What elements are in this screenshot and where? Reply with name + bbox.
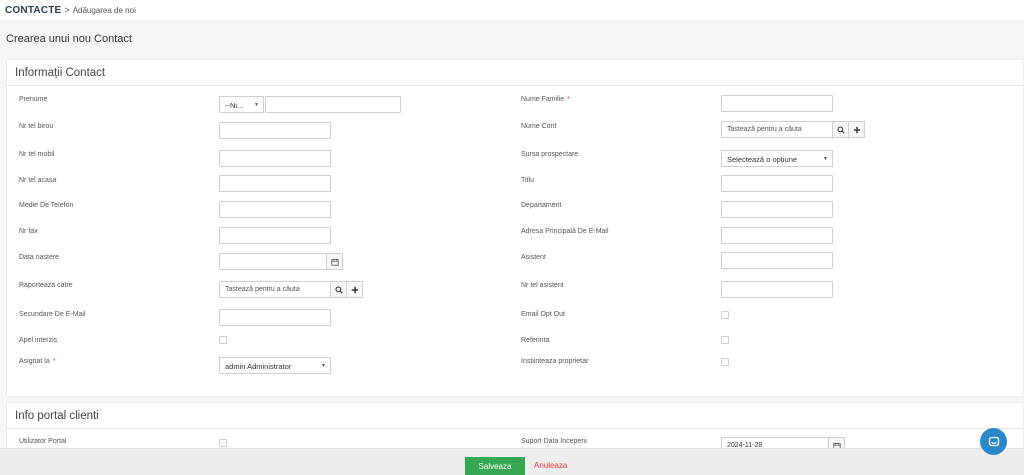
birthdate-label: Data nastere: [19, 254, 60, 261]
plus-icon: [351, 286, 358, 293]
search-icon: [836, 125, 845, 134]
lead-source-select[interactable]: Selectează o opțiune ▼: [721, 150, 833, 167]
primary-email-field[interactable]: [721, 227, 833, 244]
assigned-to-value: admin Administrator: [225, 362, 292, 371]
last-name-label-text: Nume Familie: [521, 96, 565, 103]
breadcrumb: CONTACTE > Adăugarea de noi: [0, 0, 1024, 20]
lead-source-value: Selectează o opțiune: [727, 155, 798, 164]
contact-info-panel: Informații Contact: [6, 59, 1024, 397]
mobile-phone-label: Nr tel mobil: [19, 151, 55, 158]
portal-info-heading: Info portal clienti: [7, 403, 1023, 429]
assigned-to-label: Asignat la *: [19, 358, 55, 365]
breadcrumb-current: Adăugarea de noi: [72, 5, 136, 15]
office-phone-label: Nr tel birou: [19, 123, 54, 130]
title-label: Titlu: [521, 177, 534, 184]
salutation-value: --Ni...: [225, 101, 244, 110]
department-label: Departament: [521, 202, 562, 209]
assigned-to-label-text: Asignat la: [19, 358, 50, 365]
portal-user-label: Utilizator Portal: [19, 438, 67, 445]
assistant-label: Asistent: [521, 254, 546, 261]
account-name-input[interactable]: Tastează pentru a căuta: [721, 121, 833, 138]
breadcrumb-separator: >: [64, 5, 70, 15]
email-opt-out-checkbox[interactable]: [721, 311, 729, 319]
reference-checkbox[interactable]: [721, 336, 729, 344]
caret-down-icon: ▼: [254, 102, 259, 108]
birthdate-field[interactable]: [219, 253, 327, 270]
last-name-field[interactable]: [721, 95, 833, 112]
birthdate-calendar-button[interactable]: [326, 253, 343, 270]
caret-down-icon: ▼: [823, 156, 828, 162]
reference-label: Referinta: [521, 337, 550, 344]
office-phone-field[interactable]: [219, 122, 331, 139]
required-marker: *: [567, 96, 570, 103]
last-name-label: Nume Familie *: [521, 96, 570, 103]
required-marker: *: [52, 358, 56, 365]
department-field[interactable]: [721, 201, 833, 218]
reports-to-add-button[interactable]: [346, 281, 363, 298]
contact-info-heading: Informații Contact: [7, 60, 1023, 86]
reports-to-input[interactable]: Tastează pentru a căuta: [219, 281, 331, 298]
reports-to-label: Raporteaza catre: [19, 282, 73, 289]
primary-email-label: Adresa Principală De E-Mail: [521, 228, 609, 235]
home-phone-label: Nr tel acasa: [19, 177, 57, 184]
plus-icon: [853, 126, 860, 133]
notify-owner-checkbox[interactable]: [721, 358, 729, 366]
calendar-icon: [330, 258, 339, 266]
assistant-phone-field[interactable]: [721, 281, 833, 298]
chat-icon: [988, 436, 999, 446]
lead-source-label: Sursa prospectare: [521, 151, 579, 158]
caret-down-icon: ▼: [321, 363, 326, 369]
first-name-field[interactable]: [265, 96, 401, 113]
account-add-button[interactable]: [848, 121, 865, 138]
title-field[interactable]: [721, 175, 833, 192]
first-name-label: Prenume: [19, 96, 48, 103]
secondary-email-field[interactable]: [219, 309, 331, 326]
fax-field[interactable]: [219, 227, 331, 244]
portal-user-checkbox[interactable]: [219, 439, 227, 447]
assistant-phone-label: Nr tel asistent: [521, 282, 564, 289]
breadcrumb-module[interactable]: CONTACTE: [5, 5, 61, 16]
reports-to-search-button[interactable]: [330, 281, 347, 298]
search-icon: [334, 285, 343, 294]
assistant-field[interactable]: [721, 252, 833, 269]
home-phone-field[interactable]: [219, 175, 331, 192]
notify-owner-label: Instiinteaza proprietar: [521, 358, 589, 365]
fax-label: Nr fax: [19, 228, 38, 235]
other-phone-field[interactable]: [219, 201, 331, 218]
other-phone-label: Medie De Telefon: [19, 202, 74, 209]
assigned-to-select[interactable]: admin Administrator ▼: [219, 357, 331, 374]
email-opt-out-label: Email Opt Out: [521, 311, 565, 318]
account-name-label: Nume Cont: [521, 123, 557, 130]
chat-launcher-button[interactable]: [980, 428, 1007, 455]
cancel-button[interactable]: Anuleaza: [534, 461, 567, 470]
page-title: Crearea unui nou Contact: [6, 33, 132, 45]
save-button[interactable]: Salveaza: [465, 457, 525, 475]
do-not-call-checkbox[interactable]: [219, 336, 227, 344]
support-start-date-label: Suport Data Incepeni: [521, 438, 587, 445]
salutation-select[interactable]: --Ni... ▼: [219, 96, 264, 113]
account-search-button[interactable]: [832, 121, 849, 138]
do-not-call-label: Apel interzis: [19, 337, 58, 344]
mobile-phone-field[interactable]: [219, 150, 331, 167]
secondary-email-label: Secundare De E-Mail: [19, 311, 86, 318]
